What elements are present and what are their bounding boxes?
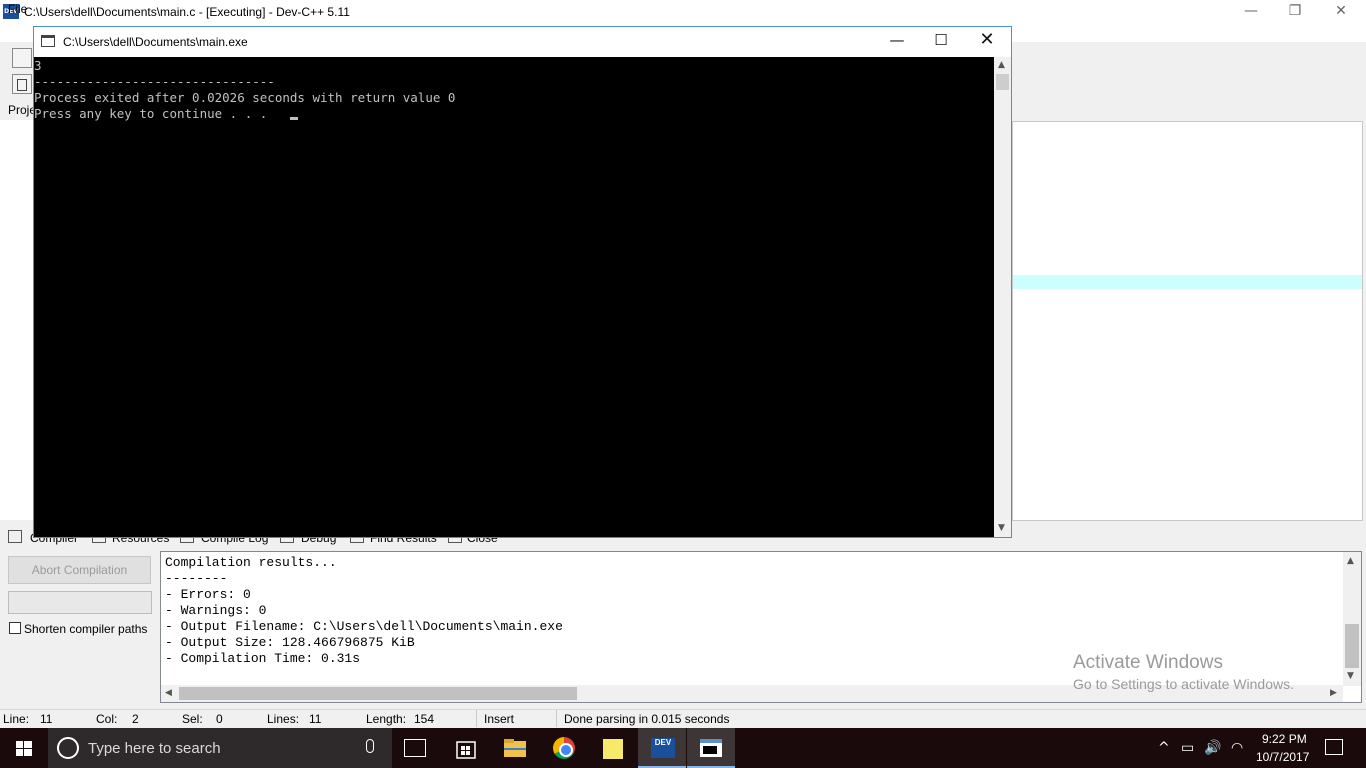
console-scroll-thumb[interactable] [996,74,1009,90]
log-line: - Output Filename: C:\Users\dell\Documen… [165,619,563,634]
console-maximize-button[interactable]: ☐ [918,29,964,53]
project-button[interactable] [12,74,32,94]
activate-windows-subtitle: Go to Settings to activate Windows. [1073,676,1294,692]
log-line: - Output Size: 128.466796875 KiB [165,635,415,650]
console-line: 3 [34,58,42,73]
status-message: Done parsing in 0.015 seconds [564,712,730,726]
start-button[interactable] [0,728,48,768]
log-line: Compilation results... [165,555,337,570]
compilation-progress-bar [8,591,152,614]
status-col-label: Col: [96,712,118,726]
log-line: - Compilation Time: 0.31s [165,651,361,666]
windows-logo-icon [16,741,32,756]
store-icon[interactable] [454,736,478,760]
project-tab[interactable]: Proje [8,103,36,117]
console-window-icon [41,35,55,47]
volume-icon[interactable]: 🔊 [1204,740,1221,756]
sticky-notes-icon[interactable] [603,739,623,759]
log-vertical-scroll-thumb[interactable] [1345,624,1359,668]
scroll-up-arrow-icon[interactable]: ▲ [1347,556,1354,566]
clock-time[interactable]: 9:22 PM [1262,732,1307,746]
console-line: Press any key to continue . . . [34,106,268,121]
console-line: Process exited after 0.02026 seconds wit… [34,90,456,105]
new-file-button[interactable] [12,48,32,68]
console-output-area[interactable] [34,57,994,537]
show-hidden-icons-icon[interactable]: ^ [1158,740,1170,756]
log-line: - Warnings: 0 [165,603,267,618]
action-center-icon[interactable] [1325,739,1343,755]
scroll-right-arrow-icon[interactable]: ▶ [1330,688,1337,698]
status-mode: Insert [484,712,515,726]
status-line-value: 11 [40,712,53,726]
status-line-label: Line: [3,712,30,726]
editor-current-line-highlight [1013,275,1362,289]
status-lines-label: Lines: [267,712,300,726]
status-sel-value: 0 [216,712,223,726]
console-window-title: C:\Users\dell\Documents\main.exe [63,35,248,49]
scroll-left-arrow-icon[interactable]: ◀ [165,688,172,698]
battery-icon[interactable]: ▭ [1181,740,1194,756]
ide-minimize-button[interactable]: — [1228,0,1274,24]
cortana-icon[interactable] [57,737,79,759]
console-vertical-scrollbar[interactable] [994,57,1011,537]
console-taskbar-icon[interactable] [700,739,722,757]
project-panel [0,120,34,520]
activate-windows-title: Activate Windows [1073,652,1223,673]
ide-close-button[interactable]: ✕ [1318,0,1364,24]
log-line: - Errors: 0 [165,587,251,602]
status-sel-label: Sel: [182,712,203,726]
clock-date[interactable]: 10/7/2017 [1256,750,1309,764]
shorten-compiler-paths-label: Shorten compiler paths [24,622,148,636]
menu-file[interactable]: File [8,2,27,16]
abort-compilation-button[interactable]: Abort Compilation [8,556,151,584]
console-line: -------------------------------- [34,74,275,89]
log-line: -------- [165,571,228,586]
compiler-tab-icon [8,530,22,543]
console-cursor [290,117,298,120]
microphone-icon[interactable] [366,739,374,753]
console-minimize-button[interactable]: — [874,29,920,53]
status-length-value: 154 [414,712,435,726]
file-explorer-icon[interactable] [503,736,527,760]
console-scroll-down-icon[interactable]: ▼ [998,523,1005,533]
console-scroll-up-icon[interactable]: ▲ [998,60,1005,70]
search-placeholder: Type here to search [88,740,221,757]
status-separator [476,710,477,727]
devcpp-taskbar-icon[interactable]: DEV [651,738,675,758]
scroll-down-arrow-icon[interactable]: ▼ [1347,671,1354,681]
log-horizontal-scroll-thumb[interactable] [179,687,577,700]
console-close-button[interactable]: ✕ [964,29,1010,53]
status-length-label: Length: [366,712,407,726]
task-view-icon[interactable] [404,739,426,757]
status-lines-value: 11 [309,712,322,726]
ide-restore-button[interactable]: ❐ [1272,0,1318,24]
status-separator [556,710,557,727]
wifi-icon[interactable]: ◠ [1231,740,1243,756]
ide-window-title: C:\Users\dell\Documents\main.c - [Execut… [24,5,350,19]
code-editor[interactable] [1012,121,1363,521]
shorten-compiler-paths-checkbox[interactable] [9,622,21,634]
chrome-icon[interactable] [553,737,575,759]
status-col-value: 2 [132,712,139,726]
